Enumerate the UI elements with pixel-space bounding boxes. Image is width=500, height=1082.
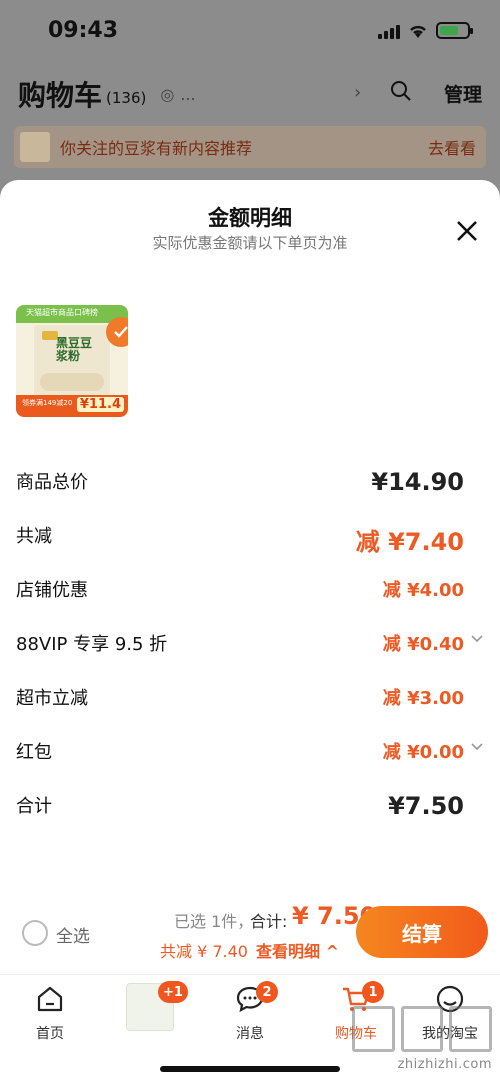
page-title: 购物车 — [18, 79, 103, 112]
row-label: 超市立减 — [16, 688, 88, 709]
tab-promo[interactable]: +1 — [110, 981, 190, 1031]
cart-header: 购物车 (136) ◎ ... › 管理 — [18, 72, 482, 116]
total-label: 合计: — [250, 912, 288, 931]
product-beans-image — [40, 373, 104, 391]
amount-detail-sheet: 金额明细 实际优惠金额请以下单页为准 天猫超市商品口碑榜 黑豆豆浆粉 领券满14… — [0, 180, 500, 974]
chevron-right-icon[interactable]: › — [354, 82, 361, 103]
sheet-subtitle: 实际优惠金额请以下单页为准 — [152, 234, 348, 252]
row-value: 减 ¥0.40 — [382, 634, 464, 655]
watermark-logo — [352, 1006, 493, 1052]
status-icons — [378, 22, 473, 39]
row-label: 88VIP 专享 9.5 折 — [16, 634, 168, 655]
notice-thumbnail — [20, 132, 50, 162]
more-dots: ... — [180, 84, 196, 104]
view-detail-link[interactable]: 查看明细 ^ — [256, 938, 339, 962]
discount-summary: 共减 ¥ 7.40 — [160, 942, 248, 961]
checkout-bar: 全选 已选 1件， 合计: ¥ 7.50 共减 ¥ 7.40 查看明细 ^ 结算 — [0, 900, 500, 974]
home-indicator — [160, 1066, 340, 1072]
row-value: 减 ¥3.00 — [382, 688, 464, 709]
row-item-total: 商品总价 ¥14.90 — [16, 468, 484, 504]
messages-badge: 2 — [256, 981, 278, 1003]
eye-icon[interactable]: ◎ — [160, 85, 174, 104]
product-banner-text: 天猫超市商品口碑榜 — [26, 308, 98, 317]
row-label: 店铺优惠 — [16, 580, 88, 601]
manage-button[interactable]: 管理 — [444, 80, 482, 107]
battery-icon — [436, 22, 473, 39]
promo-badge: +1 — [158, 981, 188, 1003]
row-total-discount: 共减 减 ¥7.40 — [16, 522, 484, 558]
row-value: 减 ¥4.00 — [382, 580, 464, 601]
product-name: 黑豆豆浆粉 — [56, 336, 93, 363]
checkmark-icon[interactable] — [106, 317, 128, 347]
row-grand-total: 合计 ¥7.50 — [16, 792, 484, 828]
row-88vip-discount[interactable]: 88VIP 专享 9.5 折 减 ¥0.40 — [16, 630, 484, 666]
product-price-bar: 领券满149减20 ¥11.4 — [16, 395, 128, 417]
tab-label: 消息 — [236, 1026, 264, 1042]
checkout-button[interactable]: 结算 — [356, 906, 488, 958]
select-all-radio[interactable] — [22, 920, 48, 946]
product-price: ¥11.4 — [76, 397, 124, 412]
product-coupon: 领券满149减20 — [22, 399, 73, 407]
select-all-label[interactable]: 全选 — [56, 922, 90, 947]
tab-label: 首页 — [36, 1026, 64, 1042]
notice-link[interactable]: 去看看 — [428, 135, 476, 159]
tab-messages[interactable]: 消息 2 — [210, 981, 290, 1043]
watermark-text: zhizhizhi.com — [397, 1057, 492, 1072]
tab-bar: 首页 +1 消息 2 购物车 1 我的淘宝 zhizhizhi.com — [0, 974, 500, 1082]
status-time: 09:43 — [48, 18, 119, 43]
row-value: ¥7.50 — [388, 792, 464, 820]
sheet-title: 金额明细 — [208, 206, 292, 230]
cart-badge: 1 — [362, 981, 384, 1003]
signal-icon — [378, 23, 400, 39]
recommendation-notice[interactable]: 你关注的豆浆有新内容推荐 去看看 — [14, 126, 486, 168]
cart-count: (136) — [106, 89, 147, 107]
row-store-discount: 店铺优惠 减 ¥4.00 — [16, 576, 484, 612]
close-icon[interactable] — [454, 218, 480, 244]
home-icon — [37, 986, 63, 1012]
row-value: ¥14.90 — [371, 468, 464, 496]
background-page: 09:43 购物车 (136) ◎ ... › 管理 你关注的豆浆有新内容推荐 … — [0, 0, 500, 200]
chevron-down-icon[interactable] — [470, 740, 484, 754]
selected-count: 已选 1件， — [174, 912, 254, 931]
row-value: 减 ¥7.40 — [355, 528, 464, 556]
battery-level — [440, 26, 458, 35]
row-label: 商品总价 — [16, 472, 88, 493]
row-label: 合计 — [16, 796, 52, 817]
row-label: 红包 — [16, 742, 52, 763]
row-red-packet[interactable]: 红包 减 ¥0.00 — [16, 738, 484, 774]
status-bar: 09:43 — [0, 0, 500, 66]
chevron-down-icon[interactable] — [470, 632, 484, 646]
search-icon[interactable] — [390, 80, 412, 102]
tab-home[interactable]: 首页 — [10, 983, 90, 1043]
notice-text: 你关注的豆浆有新内容推荐 — [60, 139, 253, 158]
wifi-icon — [410, 25, 426, 38]
product-thumbnail[interactable]: 天猫超市商品口碑榜 黑豆豆浆粉 领券满149减20 ¥11.4 — [16, 305, 128, 417]
row-value: 减 ¥0.00 — [382, 742, 464, 763]
row-supermarket-discount: 超市立减 减 ¥3.00 — [16, 684, 484, 720]
row-label: 共减 — [16, 526, 52, 547]
